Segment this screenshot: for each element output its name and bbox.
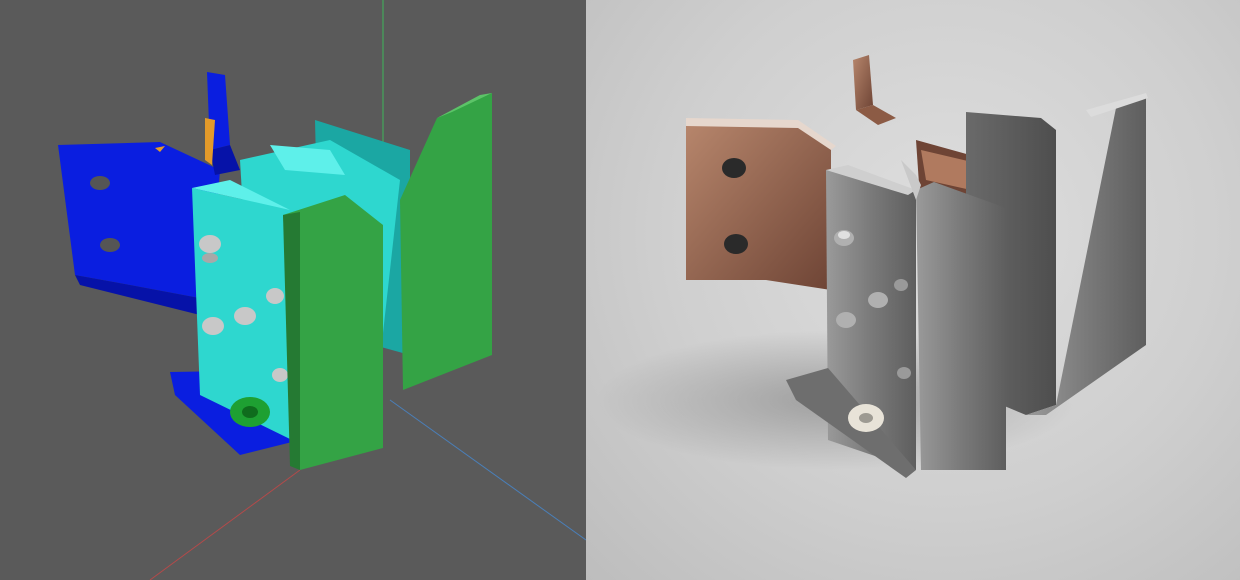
bolt-icon — [234, 307, 256, 325]
bracket-hole-icon — [724, 234, 748, 254]
axis-x-line — [149, 469, 301, 580]
bolt-icon — [894, 279, 908, 291]
render-preview-pane — [586, 0, 1240, 580]
viewport-preview-pane — [0, 0, 586, 580]
bolt-icon — [868, 292, 888, 308]
green-front-plate — [283, 195, 383, 470]
bolt-icon — [836, 312, 856, 328]
green-back-plate — [400, 93, 492, 390]
bracket-hole-icon — [100, 238, 120, 252]
bolt-icon — [266, 288, 284, 304]
bolt-icon — [199, 235, 221, 253]
image-canvas — [0, 0, 1240, 580]
bolt-icon — [272, 368, 288, 382]
axis-z-line — [389, 399, 586, 541]
viewport-scene — [58, 0, 586, 580]
render-scene — [596, 55, 1148, 478]
bolt-icon — [897, 367, 911, 379]
bracket-hole-icon — [722, 158, 746, 178]
bracket-hole-icon — [90, 176, 110, 190]
bolt-icon — [202, 317, 224, 335]
